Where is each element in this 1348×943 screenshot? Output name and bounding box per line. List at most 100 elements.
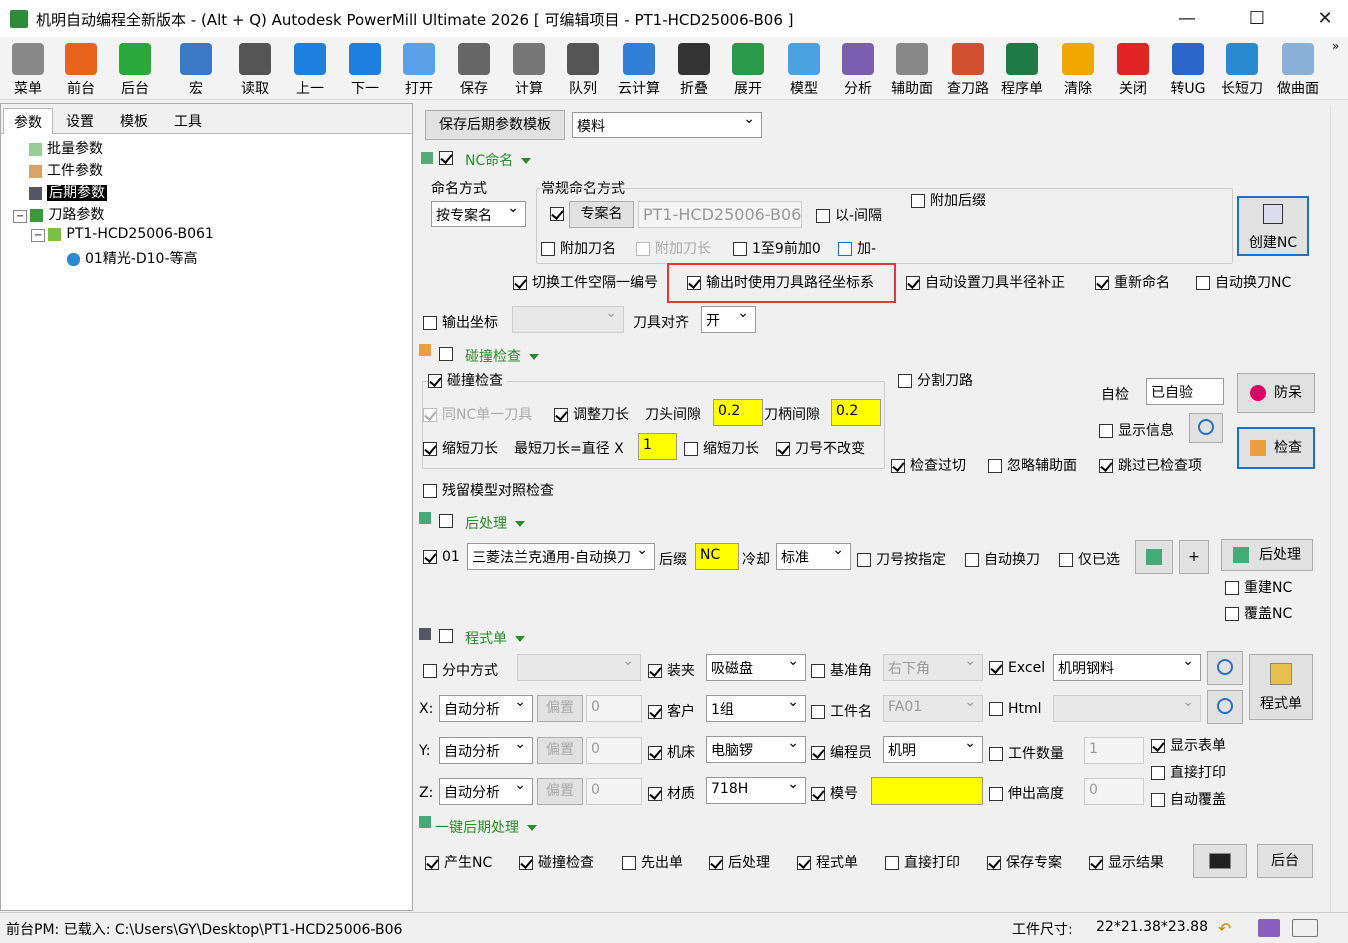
onekey-section-title[interactable]: 一键后期处理 [435,817,537,837]
tool-specify-check[interactable]: 刀号按指定 [857,549,946,569]
y-offset-button[interactable]: 偏置 [537,737,583,764]
machine-select[interactable]: 电脑锣 [706,736,806,763]
sheet-section-toggle[interactable] [439,628,458,644]
collision-section-title[interactable]: 碰撞检查 [465,346,539,366]
material-select[interactable]: 718H [706,777,806,804]
project-name-button[interactable]: 专案名 [569,201,634,228]
auto-radius-comp-check[interactable]: 自动设置刀具半径补正 [906,272,1065,292]
suffix-input[interactable]: NC [695,543,739,570]
split-mode-check[interactable]: 分中方式 [423,660,498,680]
x-mode-select[interactable]: 自动分析 [439,695,533,722]
toolbar-button-6[interactable]: 下一 [339,41,391,99]
keep-tool-number-check[interactable]: 刀号不改变 [776,438,865,458]
nc-section-toggle[interactable] [439,150,458,166]
ext-height-input[interactable]: 0 [1084,778,1144,805]
toolbar-button-9[interactable]: 计算 [503,41,555,99]
programmer-check[interactable]: 编程员 [811,742,872,762]
customer-check[interactable]: 客户 [648,701,695,721]
adjust-length-check[interactable]: 调整刀长 [554,404,629,424]
dash-sep-check[interactable]: 以-间隔 [816,205,882,225]
mold-no-input[interactable] [871,777,983,805]
skip-checked-check[interactable]: 跳过已检查项 [1099,455,1202,475]
check-overcut-check[interactable]: 检查过切 [891,455,966,475]
search-info-button[interactable] [1189,413,1223,443]
toolbar-button-16[interactable]: 辅助面 [886,41,938,99]
background-button[interactable]: 后台 [1257,844,1313,878]
output-coord-check[interactable]: 输出坐标 [423,312,498,332]
holder-gap-input[interactable]: 0.2 [831,399,881,426]
gen-nc-check[interactable]: 产生NC [425,852,492,872]
ref-corner-check[interactable]: 基准角 [811,660,872,680]
close-window-button[interactable]: ✕ [1302,0,1348,37]
create-nc-button[interactable]: 创建NC [1237,196,1309,256]
folder-open-icon[interactable] [1292,919,1318,937]
toolbar-button-17[interactable]: 查刀路 [942,41,994,99]
use-toolpath-coord-check[interactable]: 输出时使用刀具路径坐标系 [687,272,874,292]
template-select[interactable]: 模料 [572,112,762,138]
show-result-check[interactable]: 显示结果 [1089,852,1164,872]
overwrite-nc-check[interactable]: 覆盖NC [1225,603,1292,623]
shorten-length-check[interactable]: 缩短刀长 [423,438,498,458]
split-mode-select[interactable] [517,654,641,681]
html-search-button[interactable] [1207,690,1243,724]
x-offset-input[interactable]: 0 [586,695,642,722]
toolbar-button-15[interactable]: 分析 [832,41,884,99]
toolbar-button-13[interactable]: 展开 [722,41,774,99]
toolbar-button-0[interactable]: 菜单 [2,41,54,99]
tree-item-batch[interactable]: 批量参数 [29,138,103,158]
same-nc-tool-check[interactable]: 同NC单一刀具 [423,404,532,424]
project-name-field[interactable]: PT1-HCD25006-B06 [638,201,802,228]
tree-item-paths[interactable]: − 刀路参数 [13,204,104,224]
post-section-toggle[interactable] [439,513,458,529]
add-post-button[interactable]: + [1179,540,1209,574]
sheet-section-title[interactable]: 程式单 [465,628,525,648]
toolbar-button-20[interactable]: 关闭 [1107,41,1159,99]
toolbar-button-10[interactable]: 队列 [557,41,609,99]
inspect-button[interactable]: 检查 [1237,427,1315,469]
only-selected-check[interactable]: 仅已选 [1059,549,1120,569]
tree-item-work[interactable]: 工件参数 [29,160,103,180]
workpiece-name-select[interactable]: FA01 [883,695,983,722]
z-mode-select[interactable]: 自动分析 [439,778,533,805]
split-path-check[interactable]: 分割刀路 [898,370,973,390]
tool-align-select[interactable]: 开 [701,306,756,333]
rebuild-nc-check[interactable]: 重建NC [1225,577,1292,597]
add-dash-check[interactable]: 加- [838,238,876,258]
programmer-select[interactable]: 机明 [883,736,983,763]
ignore-aux-check[interactable]: 忽略辅助面 [988,455,1077,475]
auto-change-check[interactable]: 自动换刀 [965,549,1040,569]
tool-select-icon[interactable] [1258,919,1280,937]
toolbar-button-5[interactable]: 上一 [284,41,336,99]
tab-tools[interactable]: 工具 [164,108,212,134]
shorten-length2-check[interactable]: 缩短刀长 [684,438,759,458]
toolbar-button-2[interactable]: 后台 [109,41,161,99]
nc-section-title[interactable]: NC命名 [465,150,532,170]
undo-icon[interactable]: ↶ [1218,919,1236,938]
customer-select[interactable]: 1组 [706,695,806,722]
ref-corner-select[interactable]: 右下角 [883,654,983,681]
minimize-button[interactable]: — [1164,0,1210,37]
x-offset-button[interactable]: 偏置 [537,695,583,722]
min-length-input[interactable]: 1 [638,433,677,460]
ext-height-check[interactable]: 伸出高度 [989,783,1064,803]
sheet-button[interactable]: 程式单 [1249,654,1313,720]
onekey-sheet-check[interactable]: 程式单 [797,852,858,872]
tree-item-post[interactable]: 后期参数 [29,182,107,202]
project-name-check[interactable] [550,206,569,222]
toolbar-button-23[interactable]: 做曲面 [1272,41,1324,99]
tree-item-project[interactable]: − PT1-HCD25006-B061 [31,226,214,242]
self-check-field[interactable]: 已自验 [1146,378,1224,405]
maximize-button[interactable]: ☐ [1234,0,1280,37]
toolbar-button-12[interactable]: 折叠 [668,41,720,99]
toolbar-button-1[interactable]: 前台 [55,41,107,99]
pad-zero-check[interactable]: 1至9前加0 [733,238,821,258]
rename-check[interactable]: 重新命名 [1095,272,1170,292]
toolbar-button-18[interactable]: 程序单 [996,41,1048,99]
collapse-toggle-icon[interactable]: − [31,229,46,242]
add-suffix-check[interactable]: 附加后缀 [911,190,986,210]
direct-print-check[interactable]: 直接打印 [1151,762,1226,782]
material-check[interactable]: 材质 [648,783,695,803]
work-count-input[interactable]: 1 [1084,737,1144,764]
post-processor-select[interactable]: 三菱法兰克通用-自动换刀 [467,543,655,570]
output-coord-select[interactable] [512,306,624,333]
